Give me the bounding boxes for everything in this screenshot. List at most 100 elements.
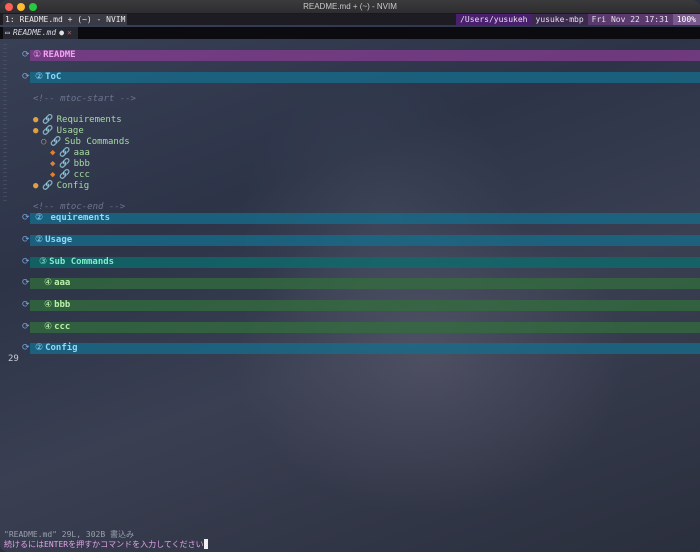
heading-highlight	[30, 300, 700, 311]
link-icon: 🔗	[50, 137, 62, 147]
vim-tabline: ▭ README.md ● ✕	[0, 27, 700, 39]
heading-toc: ② ToC	[35, 72, 62, 82]
tmux-status-bar: 1: README.md + (~) - NVIM + /Users/yusuk…	[0, 14, 700, 25]
toc-link-ccc[interactable]: ccc	[74, 170, 90, 180]
heading-row-readme: ⟳ ① README	[0, 50, 700, 61]
heading-row-bbb: ⟳ ④ bbb	[0, 300, 700, 311]
toc-item: ◆ 🔗 bbb	[0, 159, 700, 170]
toc-link-bbb[interactable]: bbb	[74, 159, 90, 169]
heading-row-subcommands: ⟳ ③ Sub Commands	[0, 257, 700, 268]
heading-icon: ②	[35, 72, 44, 82]
heading-usage: ② Usage	[35, 235, 73, 245]
buffer-icon: ▭	[5, 28, 10, 37]
terminal-window: README.md + (~) - NVIM 1: README.md + (~…	[0, 0, 700, 552]
heading-ccc: ④ ccc	[44, 322, 71, 332]
toc-link-config[interactable]: Config	[57, 181, 90, 191]
heading-row-ccc: ⟳ ④ ccc	[0, 322, 700, 333]
mtoc-end-comment: <!-- mtoc-end -->	[33, 202, 126, 212]
cmdline-prompt[interactable]: 続けるにはENTERを押すかコマンドを入力してください	[4, 539, 208, 550]
buffer-close-icon[interactable]: ✕	[67, 27, 72, 39]
heading-row-aaa: ⟳ ④ aaa	[0, 278, 700, 289]
heading-highlight	[30, 50, 700, 61]
heading-icon: ④	[44, 322, 53, 332]
heading-icon: ③	[39, 257, 48, 267]
toc-link-usage[interactable]: Usage	[57, 126, 84, 136]
heading-highlight	[30, 343, 700, 354]
heading-row-toc: ⟳ ② ToC	[0, 72, 700, 83]
toc-item: ◆ 🔗 aaa	[0, 148, 700, 159]
comment-row: <!-- mtoc-start -->	[0, 94, 700, 105]
buffer-name: README.md	[12, 28, 57, 37]
tmux-host: yusuke-mbp	[531, 14, 588, 25]
tmux-battery: 100%	[672, 14, 700, 25]
heading-highlight	[30, 72, 700, 83]
heading-readme: ① README	[33, 50, 76, 60]
heading-requirements: ② equirements	[35, 213, 111, 223]
toc-link-aaa[interactable]: aaa	[74, 148, 90, 158]
link-icon: 🔗	[42, 126, 54, 136]
diamond-bullet-icon: ◆	[50, 170, 56, 180]
heading-highlight	[30, 278, 700, 289]
cursor	[203, 539, 208, 549]
mtoc-start-comment: <!-- mtoc-start -->	[33, 94, 136, 104]
hollow-bullet-icon: ○	[41, 137, 47, 147]
heading-icon: ②	[35, 235, 44, 245]
toc-item: ◆ 🔗 ccc	[0, 170, 700, 181]
diamond-bullet-icon: ◆	[50, 159, 56, 169]
heading-icon: ②	[35, 213, 44, 223]
toc-item: ● 🔗 Config	[0, 181, 700, 192]
toc-link-requirements[interactable]: Requirements	[57, 115, 122, 125]
toc-item: ● 🔗 Usage	[0, 126, 700, 137]
line-number-row: 29	[0, 354, 700, 365]
comment-row: <!-- mtoc-end -->	[0, 202, 700, 213]
toc-link-subcommands[interactable]: Sub Commands	[65, 137, 130, 147]
tmux-window-tab[interactable]: 1: README.md + (~) - NVIM	[3, 14, 128, 25]
tmux-path: /Users/yusukeh	[456, 14, 532, 25]
heading-icon: ①	[33, 50, 42, 60]
heading-row-requirements: ⟳ ② equirements	[0, 213, 700, 224]
heading-icon: ②	[35, 343, 44, 353]
heading-icon: ④	[44, 278, 53, 288]
line-number: 29	[8, 354, 19, 364]
fold-icon[interactable]: ⟳	[22, 300, 30, 311]
link-icon: 🔗	[59, 170, 71, 180]
heading-bbb: ④ bbb	[44, 300, 71, 310]
fold-icon[interactable]: ⟳	[22, 278, 30, 289]
modified-indicator: ●	[59, 28, 65, 37]
title-bar: README.md + (~) - NVIM	[0, 0, 700, 14]
heading-highlight	[30, 213, 700, 224]
bullet-icon: ●	[33, 126, 39, 136]
tmux-new-window[interactable]: +	[120, 14, 125, 25]
toc-item: ○ 🔗 Sub Commands	[0, 137, 700, 148]
link-icon: 🔗	[42, 115, 54, 125]
editor-pane[interactable]: ⟳ ① README ⟳ ② ToC <!-- mtoc-start --> ● 🔗 R…	[0, 44, 700, 524]
bullet-icon: ●	[33, 115, 39, 125]
tmux-status-right: /Users/yusukeh yusuke-mbp Fri Nov 22 17:…	[456, 14, 700, 25]
cmdline-prompt-text: 続けるにはENTERを押すかコマンドを入力してください	[4, 540, 204, 549]
heading-row-usage: ⟳ ② Usage	[0, 235, 700, 246]
fold-icon[interactable]: ⟳	[22, 72, 30, 83]
heading-highlight	[30, 322, 700, 333]
fold-icon[interactable]: ⟳	[22, 343, 30, 354]
diamond-bullet-icon: ◆	[50, 148, 56, 158]
heading-row-config: ⟳ ② Config	[0, 343, 700, 354]
link-icon: 🔗	[42, 181, 54, 191]
fold-icon[interactable]: ⟳	[22, 235, 30, 246]
fold-icon[interactable]: ⟳	[22, 322, 30, 333]
fold-icon[interactable]: ⟳	[22, 50, 30, 61]
toc-item: ● 🔗 Requirements	[0, 115, 700, 126]
link-icon: 🔗	[59, 159, 71, 169]
link-icon: 🔗	[59, 148, 71, 158]
heading-highlight	[30, 257, 700, 268]
heading-highlight	[30, 235, 700, 246]
tmux-datetime: Fri Nov 22 17:31	[587, 14, 673, 25]
bullet-icon: ●	[33, 181, 39, 191]
window-title: README.md + (~) - NVIM	[303, 2, 397, 11]
heading-icon: ④	[44, 300, 53, 310]
fold-icon[interactable]: ⟳	[22, 257, 30, 268]
heading-config: ② Config	[35, 343, 78, 353]
heading-subcommands: ③ Sub Commands	[39, 257, 115, 267]
buffer-tab[interactable]: ▭ README.md ● ✕	[3, 27, 78, 39]
fold-icon[interactable]: ⟳	[22, 213, 30, 224]
heading-aaa: ④ aaa	[44, 278, 71, 288]
